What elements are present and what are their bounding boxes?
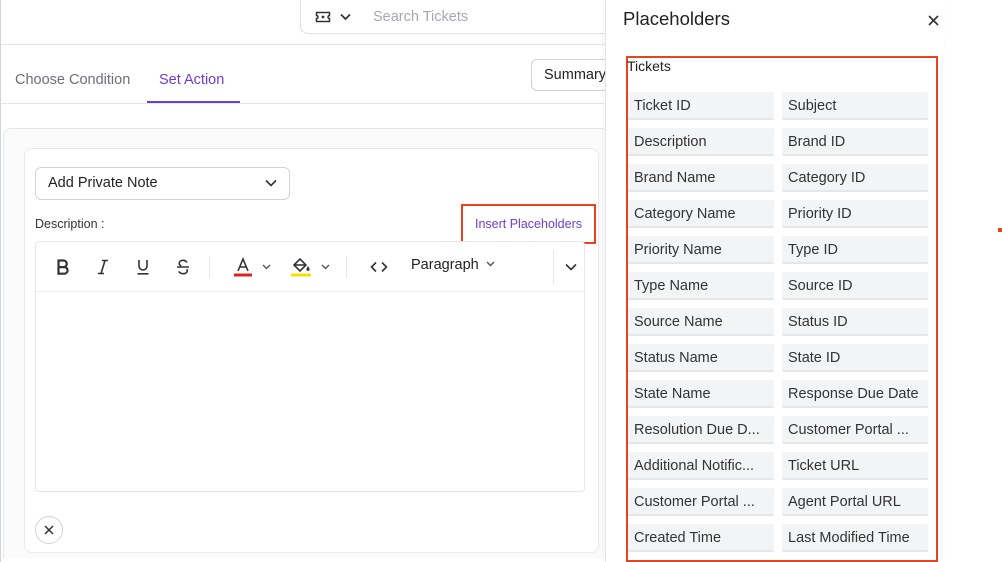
app-window: Search Tickets Choose Condition Set Acti… [0, 0, 945, 562]
placeholder-item[interactable]: Type Name [628, 272, 774, 300]
placeholder-item[interactable]: Ticket URL [782, 452, 928, 480]
placeholder-item[interactable]: Priority Name [628, 236, 774, 264]
placeholder-item[interactable]: State Name [628, 380, 774, 408]
font-color-icon[interactable] [232, 255, 254, 279]
placeholder-item[interactable]: Created Time [628, 524, 774, 552]
placeholder-item[interactable]: Brand ID [782, 128, 928, 156]
placeholder-item[interactable]: Customer Portal ... [628, 488, 774, 516]
toolbar-divider [346, 256, 347, 278]
remove-action-button[interactable] [35, 516, 63, 544]
placeholder-item[interactable]: Additional Notific... [628, 452, 774, 480]
description-label: Description : [35, 217, 105, 231]
tab-choose-condition[interactable]: Choose Condition [15, 72, 130, 88]
rich-text-editor[interactable]: Paragraph [35, 241, 585, 492]
panel-title: Placeholders [623, 8, 730, 29]
placeholder-item[interactable]: Priority ID [782, 200, 928, 228]
placeholder-item[interactable]: Type ID [782, 236, 928, 264]
placeholder-item[interactable]: State ID [782, 344, 928, 372]
action-type-select[interactable]: Add Private Note [35, 167, 290, 200]
tab-bar: Choose Condition Set Action Summary [1, 46, 611, 104]
active-tab-indicator [147, 101, 240, 103]
placeholder-item[interactable]: Subject [782, 92, 928, 120]
placeholder-item[interactable]: Last Modified Time [782, 524, 928, 552]
strikethrough-icon[interactable] [174, 255, 192, 279]
screen: Search Tickets Choose Condition Set Acti… [0, 0, 1002, 562]
chevron-down-icon [265, 168, 277, 199]
bold-icon[interactable] [54, 255, 72, 279]
chevron-down-icon[interactable] [486, 258, 495, 270]
code-icon[interactable] [369, 255, 389, 279]
placeholder-item[interactable]: Source Name [628, 308, 774, 336]
highlight-icon[interactable] [289, 255, 313, 279]
placeholder-item[interactable]: Source ID [782, 272, 928, 300]
toolbar-divider [209, 256, 210, 278]
paragraph-format-dropdown[interactable]: Paragraph [411, 257, 479, 273]
group-label-tickets: Tickets [627, 58, 671, 74]
toolbar-divider [553, 250, 554, 284]
placeholder-item[interactable]: Category Name [628, 200, 774, 228]
chevron-down-icon[interactable] [260, 255, 272, 279]
close-icon [44, 522, 54, 538]
underline-icon[interactable] [134, 255, 152, 279]
placeholder-item[interactable]: Brand Name [628, 164, 774, 192]
edge-marker [998, 228, 1002, 232]
placeholders-panel: Placeholders Tickets Ticket ID Subject Des… [605, 0, 944, 562]
placeholder-item[interactable]: Resolution Due D... [628, 416, 774, 444]
action-type-value: Add Private Note [48, 175, 158, 191]
summary-button[interactable]: Summary [531, 59, 611, 91]
more-options-chevron-icon[interactable] [563, 255, 579, 279]
chevron-down-icon[interactable] [340, 10, 351, 24]
italic-icon[interactable] [94, 255, 112, 279]
insert-placeholders-link[interactable]: Insert Placeholders [461, 204, 596, 244]
placeholder-item[interactable]: Agent Portal URL [782, 488, 928, 516]
placeholder-item[interactable]: Status ID [782, 308, 928, 336]
placeholder-item[interactable]: Category ID [782, 164, 928, 192]
editor-toolbar: Paragraph [36, 242, 584, 292]
placeholder-item[interactable]: Response Due Date [782, 380, 928, 408]
ticket-icon[interactable] [314, 8, 332, 26]
placeholder-item[interactable]: Ticket ID [628, 92, 774, 120]
placeholder-item[interactable]: Description [628, 128, 774, 156]
placeholder-item[interactable]: Status Name [628, 344, 774, 372]
placeholder-item[interactable]: Customer Portal ... [782, 416, 928, 444]
search-input[interactable]: Search Tickets [373, 9, 468, 25]
close-icon[interactable] [928, 10, 939, 31]
tab-set-action[interactable]: Set Action [159, 72, 224, 88]
chevron-down-icon[interactable] [319, 255, 331, 279]
